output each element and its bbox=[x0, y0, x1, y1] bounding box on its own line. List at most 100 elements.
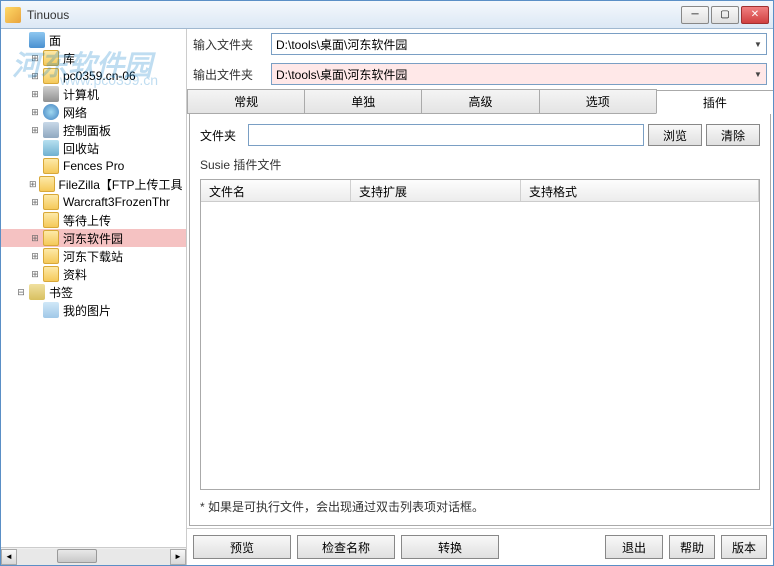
folder-tree[interactable]: 面库 pc0359.cn-06 计算机网络控制面板回收站 Fences Pro File… bbox=[1, 29, 186, 547]
folder-icon bbox=[43, 266, 59, 282]
app-icon bbox=[5, 7, 21, 23]
tab-3[interactable]: 选项 bbox=[539, 89, 657, 113]
tree-hscrollbar[interactable]: ◄ ► bbox=[1, 547, 186, 565]
tree-item-label: 库 bbox=[63, 50, 75, 67]
list-body bbox=[201, 202, 759, 489]
tree-item[interactable]: 网络 bbox=[1, 103, 186, 121]
tree-item[interactable]: 计算机 bbox=[1, 85, 186, 103]
clear-button[interactable]: 清除 bbox=[706, 124, 760, 146]
tab-0[interactable]: 常规 bbox=[187, 89, 305, 113]
tree-item[interactable]: 书签 bbox=[1, 283, 186, 301]
check-name-button[interactable]: 检查名称 bbox=[297, 535, 395, 559]
tree-item[interactable]: 我的图片 bbox=[1, 301, 186, 319]
tree-item[interactable]: pc0359.cn-06 bbox=[1, 67, 186, 85]
expand-icon[interactable] bbox=[29, 70, 41, 82]
browse-button[interactable]: 浏览 bbox=[648, 124, 702, 146]
expand-icon[interactable] bbox=[29, 268, 41, 280]
expand-icon[interactable] bbox=[29, 178, 37, 190]
minimize-button[interactable]: ─ bbox=[681, 6, 709, 24]
tree-item-label: Fences Pro bbox=[63, 159, 124, 173]
input-folder-field[interactable] bbox=[272, 37, 750, 51]
col-filename[interactable]: 文件名 bbox=[201, 180, 351, 201]
expand-icon[interactable] bbox=[29, 196, 41, 208]
tree-item-label: 面 bbox=[49, 32, 61, 49]
tree-item[interactable]: Warcraft3FrozenThr bbox=[1, 193, 186, 211]
folder-icon bbox=[43, 68, 59, 84]
convert-button[interactable]: 转换 bbox=[401, 535, 499, 559]
tree-item-label: 网络 bbox=[63, 104, 87, 121]
tree-item[interactable]: 等待上传 bbox=[1, 211, 186, 229]
col-format[interactable]: 支持格式 bbox=[521, 180, 759, 201]
expand-icon bbox=[29, 304, 41, 316]
plugin-file-list[interactable]: 文件名 支持扩展 支持格式 bbox=[200, 179, 760, 490]
tree-item-label: FileZilla【FTP上传工具 bbox=[59, 176, 183, 193]
expand-icon bbox=[29, 142, 41, 154]
tree-item-label: 回收站 bbox=[63, 140, 99, 157]
bookmark-icon bbox=[29, 284, 45, 300]
folder-icon bbox=[43, 50, 59, 66]
plugin-folder-row: 文件夹 浏览 清除 bbox=[200, 124, 760, 146]
preview-button[interactable]: 预览 bbox=[193, 535, 291, 559]
tree-item[interactable]: Fences Pro bbox=[1, 157, 186, 175]
tab-1[interactable]: 单独 bbox=[304, 89, 422, 113]
tree-item[interactable]: FileZilla【FTP上传工具 bbox=[1, 175, 186, 193]
version-button[interactable]: 版本 bbox=[721, 535, 767, 559]
expand-icon[interactable] bbox=[29, 88, 41, 100]
plugin-folder-input[interactable] bbox=[248, 124, 644, 146]
tree-item[interactable]: 库 bbox=[1, 49, 186, 67]
scroll-thumb[interactable] bbox=[57, 549, 97, 563]
plugin-folder-label: 文件夹 bbox=[200, 127, 244, 144]
tree-item-label: 等待上传 bbox=[63, 212, 111, 229]
tree-item[interactable]: 资料 bbox=[1, 265, 186, 283]
input-folder-dropdown-icon[interactable]: ▼ bbox=[750, 40, 766, 49]
maximize-button[interactable]: ▢ bbox=[711, 6, 739, 24]
expand-icon[interactable] bbox=[15, 286, 27, 298]
folder-icon bbox=[43, 230, 59, 246]
tree-item[interactable]: 回收站 bbox=[1, 139, 186, 157]
close-button[interactable]: ✕ bbox=[741, 6, 769, 24]
folder-icon bbox=[43, 194, 59, 210]
expand-icon[interactable] bbox=[29, 106, 41, 118]
scroll-left-button[interactable]: ◄ bbox=[1, 549, 17, 565]
plugin-tab-content: 文件夹 浏览 清除 Susie 插件文件 文件名 支持扩展 支持格式 * 如果是… bbox=[189, 114, 771, 526]
expand-icon bbox=[15, 34, 27, 46]
bottom-toolbar: 预览 检查名称 转换 退出 帮助 版本 bbox=[187, 528, 773, 565]
output-folder-label: 输出文件夹 bbox=[193, 66, 265, 83]
tree-item-label: 控制面板 bbox=[63, 122, 111, 139]
folder-icon bbox=[39, 176, 55, 192]
window-title: Tinuous bbox=[27, 8, 681, 22]
exit-button[interactable]: 退出 bbox=[605, 535, 663, 559]
app-window: Tinuous ─ ▢ ✕ 面库 pc0359.cn-06 计算机网络控制面板回收站… bbox=[0, 0, 774, 566]
desktop-icon bbox=[29, 32, 45, 48]
output-folder-dropdown-icon[interactable]: ▼ bbox=[750, 70, 766, 79]
output-folder-row: 输出文件夹 ▼ bbox=[187, 59, 773, 89]
input-folder-label: 输入文件夹 bbox=[193, 36, 265, 53]
tree-item-label: pc0359.cn-06 bbox=[63, 69, 136, 83]
tab-4[interactable]: 插件 bbox=[656, 90, 773, 114]
col-ext[interactable]: 支持扩展 bbox=[351, 180, 521, 201]
expand-icon[interactable] bbox=[29, 52, 41, 64]
tab-2[interactable]: 高级 bbox=[421, 89, 539, 113]
tree-item[interactable]: 面 bbox=[1, 31, 186, 49]
expand-icon[interactable] bbox=[29, 232, 41, 244]
input-folder-combo[interactable]: ▼ bbox=[271, 33, 767, 55]
scroll-track[interactable] bbox=[17, 549, 170, 565]
tree-item[interactable]: 控制面板 bbox=[1, 121, 186, 139]
scroll-right-button[interactable]: ► bbox=[170, 549, 186, 565]
output-folder-field[interactable] bbox=[272, 67, 750, 81]
plugin-subtitle: Susie 插件文件 bbox=[200, 156, 760, 173]
tab-bar: 常规单独高级选项插件 bbox=[187, 89, 773, 114]
expand-icon bbox=[29, 214, 41, 226]
hint-text: * 如果是可执行文件，会出现通过双击列表项对话框。 bbox=[200, 498, 760, 515]
window-body: 面库 pc0359.cn-06 计算机网络控制面板回收站 Fences Pro File… bbox=[1, 29, 773, 565]
tree-item[interactable]: 河东下载站 bbox=[1, 247, 186, 265]
tree-item-label: 河东软件园 bbox=[63, 230, 123, 247]
tree-item[interactable]: 河东软件园 bbox=[1, 229, 186, 247]
help-button[interactable]: 帮助 bbox=[669, 535, 715, 559]
titlebar[interactable]: Tinuous ─ ▢ ✕ bbox=[1, 1, 773, 29]
tree-item-label: 计算机 bbox=[63, 86, 99, 103]
output-folder-combo[interactable]: ▼ bbox=[271, 63, 767, 85]
expand-icon[interactable] bbox=[29, 250, 41, 262]
expand-icon[interactable] bbox=[29, 124, 41, 136]
computer-icon bbox=[43, 86, 59, 102]
